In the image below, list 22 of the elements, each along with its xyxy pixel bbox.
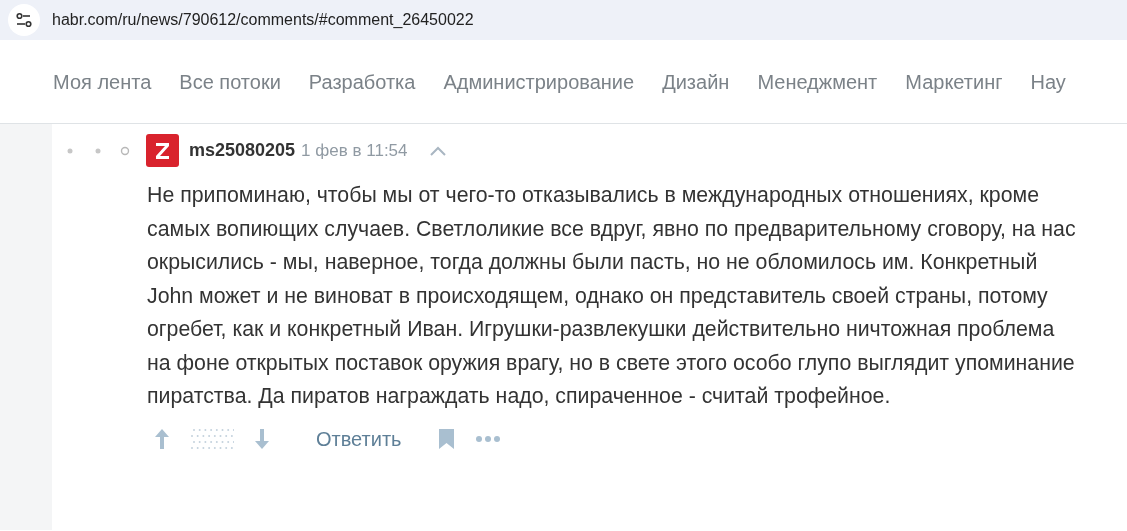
nav-link[interactable]: Маркетинг bbox=[905, 71, 1003, 94]
reply-link[interactable]: Ответить bbox=[316, 427, 402, 451]
hidden-score-icon bbox=[190, 428, 234, 450]
vote-up-icon[interactable] bbox=[154, 428, 170, 450]
site-settings-icon[interactable] bbox=[8, 4, 40, 36]
nav-link[interactable]: Разработка bbox=[308, 71, 416, 94]
bookmark-icon[interactable] bbox=[437, 428, 455, 450]
comment-time[interactable]: 1 фев в 11:54 bbox=[301, 140, 408, 161]
comment-text: Не припоминаю, чтобы мы от чего-то отказывались в международных отношениях, кроме самых вопиющих случаев. Светлоликие все вдруг, явно по предварительному сговору, на нас окрысились - мы, наверное, тогда должны были пасть, но не обломилось им. Конкретный John может и не виноват в происходящем, однако он представитель своей страны, потому огребет, как и конкретный Иван. Игрушки-развлекушки действительно ничтожная проблема на фоне открытых поставок оружия врагу, но в свете этого особо глупо выглядит упоминание пиратства. Да пиратов награждать надо, спираченное - считай трофейное. bbox=[147, 182, 1077, 410]
nav-link[interactable]: Дизайн bbox=[662, 71, 730, 94]
nav-link[interactable]: Все потоки bbox=[179, 71, 281, 94]
avatar-icon[interactable] bbox=[146, 134, 179, 167]
more-icon[interactable] bbox=[474, 435, 501, 443]
nav-link[interactable]: Менеджмент bbox=[757, 71, 878, 94]
nav-link[interactable]: Нау bbox=[1030, 71, 1066, 94]
caret-up-icon[interactable] bbox=[429, 145, 446, 156]
author-name[interactable]: ms25080205 bbox=[189, 140, 296, 161]
thread-dots-icon bbox=[66, 145, 132, 156]
url-text: habr.com/ru/news/790612/comments/#comment_26450022 bbox=[52, 11, 474, 29]
nav-link[interactable]: Администрирование bbox=[443, 71, 635, 94]
vote-down-icon[interactable] bbox=[254, 428, 270, 450]
nav-link[interactable]: Моя лента bbox=[53, 71, 152, 94]
